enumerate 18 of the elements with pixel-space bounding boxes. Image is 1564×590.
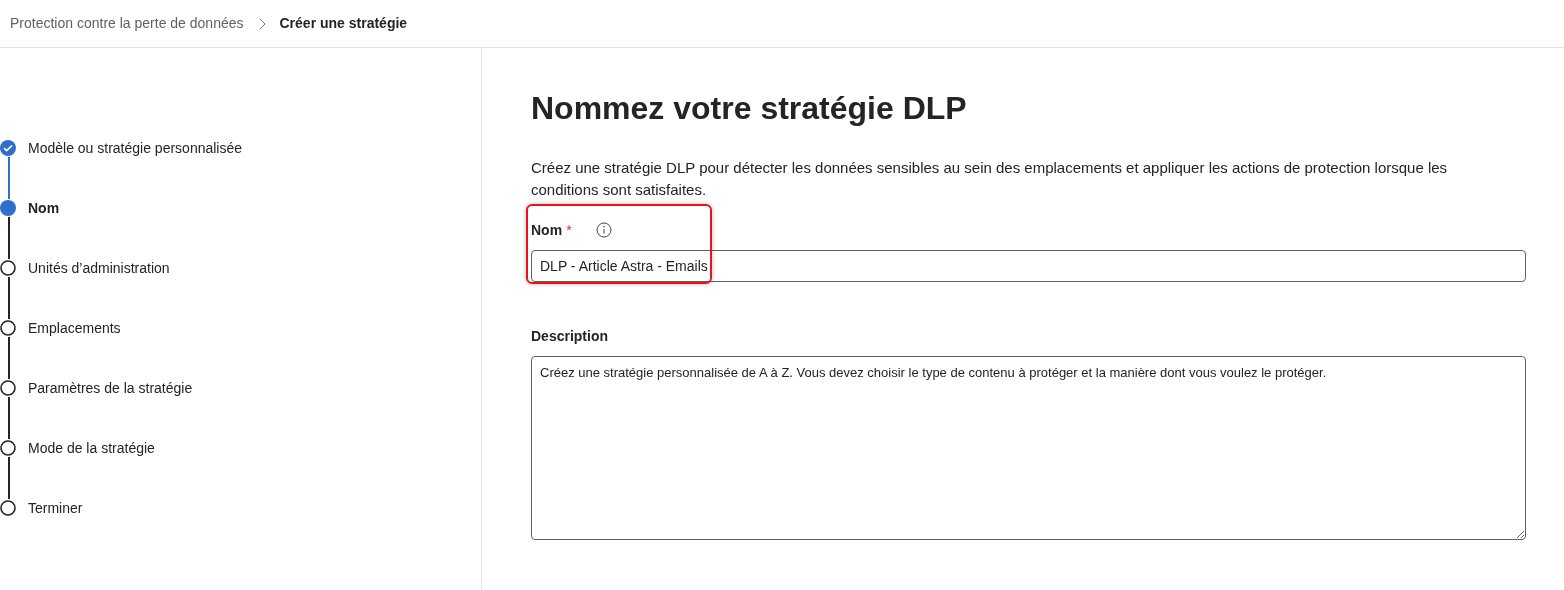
description-input[interactable]: Créez une stratégie personnalisée de A à Z. Vous devez choisir le type de contenu à protéger et la manière dont vous voulez le protéger. — [531, 356, 1526, 540]
step-label[interactable]: Nom — [28, 197, 60, 219]
step-label[interactable]: Mode de la stratégie — [28, 437, 155, 459]
name-input[interactable]: DLP - Article Astra - Emails — [531, 250, 1526, 282]
info-icon[interactable] — [595, 222, 612, 238]
step-label[interactable]: Modèle ou stratégie personnalisée — [28, 137, 243, 159]
step-label[interactable]: Terminer — [28, 497, 83, 519]
field-label: Nom — [531, 220, 563, 240]
field-label: Description — [531, 327, 609, 346]
required-mark: * — [566, 220, 572, 240]
chevron-right-icon — [257, 17, 266, 30]
page-title: Nommez votre stratégie DLP — [531, 89, 968, 128]
intro-text: Créez une stratégie DLP pour détecter les données sensibles au sein des emplacements et appliquer les actions de protection lorsque les conditions sont satisfaites. — [531, 158, 1449, 200]
step-label[interactable]: Emplacements — [28, 317, 121, 339]
breadcrumb-item[interactable]: Protection contre la perte de données — [10, 13, 244, 34]
breadcrumb-item: Créer une stratégie — [279, 14, 408, 33]
step-label[interactable]: Unités d’administration — [28, 257, 170, 279]
step-label[interactable]: Paramètres de la stratégie — [28, 377, 193, 399]
